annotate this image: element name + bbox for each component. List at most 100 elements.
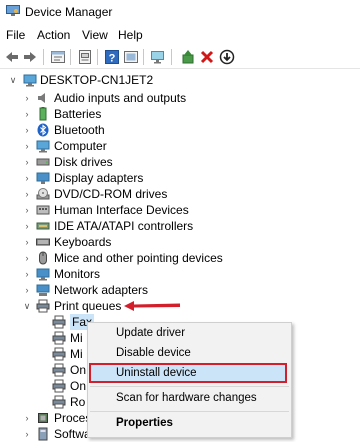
menu-properties[interactable]: Properties [116,417,173,429]
chevron-right-icon[interactable]: › [22,186,32,202]
tree-child-label: Mi [70,347,83,361]
chevron-right-icon[interactable]: › [22,106,32,122]
computer-icon [23,74,37,87]
chevron-right-icon[interactable]: › [22,234,32,250]
toolbar-separator [171,49,172,65]
menu-uninstall-device[interactable]: Uninstall device [116,367,197,379]
dvd-icon [36,188,50,200]
tree-item-label: Print queues [54,299,122,313]
annotation-arrow [124,301,180,311]
speaker-icon [38,93,45,103]
scan-hardware-icon[interactable] [150,49,166,65]
tree-item-label: IDE ATA/ATAPI controllers [54,219,194,233]
forward-arrow-icon[interactable] [22,49,38,65]
tree-item-dvd[interactable]: › DVD/CD-ROM drives [0,186,220,202]
toolbar: ? [0,46,360,69]
printer-icon [52,347,66,361]
chevron-right-icon[interactable]: › [22,90,32,106]
back-arrow-icon[interactable] [4,49,20,65]
properties-icon[interactable] [50,49,66,65]
tree-child-fax[interactable]: Fax [0,314,100,330]
toolbar-separator [143,49,144,65]
chevron-right-icon[interactable]: › [22,138,32,154]
tree-item-computer[interactable]: › Computer [0,138,220,154]
tree-child[interactable]: Ro [0,394,100,410]
tree-item-monitors[interactable]: › Monitors [0,266,220,282]
disable-device-icon[interactable] [219,49,235,65]
tree-item-audio[interactable]: › Audio inputs and outputs [0,90,220,106]
tree-item-label: DVD/CD-ROM drives [54,187,168,201]
printer-icon [52,395,66,409]
tree-item-label: Human Interface Devices [54,203,189,217]
tree-item-processors[interactable]: › Proces [0,410,100,426]
tree-item-label: Monitors [54,267,101,281]
chevron-right-icon[interactable]: › [22,170,32,186]
battery-icon [39,107,47,121]
chevron-down-icon[interactable]: ∨ [22,298,32,314]
tree-item-software[interactable]: › Softwa [0,426,100,442]
printer-icon [52,315,66,329]
menu-action[interactable]: Action [37,28,70,42]
tree-child-label: Ro [70,395,86,409]
context-menu: Update driver Disable device Uninstall d… [87,322,292,438]
tree-item-hid[interactable]: › Human Interface Devices [0,202,220,218]
mouse-icon [39,251,47,265]
tree-item-label: Batteries [54,107,102,121]
chevron-right-icon[interactable]: › [22,154,32,170]
chevron-right-icon[interactable]: › [22,202,32,218]
tree-child[interactable]: On [0,378,100,394]
chevron-right-icon[interactable]: › [22,122,32,138]
tree-item-print-queues[interactable]: ∨ Print queues [0,298,220,314]
menu-file[interactable]: File [6,28,25,42]
toolbar-separator [43,49,44,65]
tree-item-bluetooth[interactable]: › Bluetooth [0,122,220,138]
tree-item-display-adapters[interactable]: › Display adapters [0,170,220,186]
tree-item-label: Softwa [54,427,91,441]
update-driver-icon[interactable] [180,49,196,65]
tree-item-keyboards[interactable]: › Keyboards [0,234,220,250]
tree-item-label: Proces [54,411,92,425]
printer-icon [52,379,66,393]
chevron-right-icon[interactable]: › [22,282,32,298]
menu-scan-hardware[interactable]: Scan for hardware changes [116,392,257,404]
tree-root[interactable]: ∨ DESKTOP-CN1JET2 [0,72,200,88]
window-title: Device Manager [25,5,113,19]
disk-drive-icon [36,158,50,166]
tree-item-label: Display adapters [54,171,144,185]
chevron-right-icon[interactable]: › [22,266,32,282]
uninstall-icon[interactable] [199,49,215,65]
chevron-right-icon[interactable]: › [22,250,32,266]
menu-view[interactable]: View [82,28,108,42]
tree-item-label: Mice and other pointing devices [54,251,223,265]
tree-child[interactable]: Mi [0,330,100,346]
tree-item-disk-drives[interactable]: › Disk drives [0,154,220,170]
menu-help[interactable]: Help [118,28,143,42]
toolbar-separator [97,49,98,65]
toolbar-separator [70,49,71,65]
tree-item-ide[interactable]: › IDE ATA/ATAPI controllers [0,218,220,234]
printer-icon [52,331,66,345]
menu-separator [90,411,289,412]
show-hidden-icon[interactable] [77,49,93,65]
chevron-right-icon[interactable]: › [22,218,32,234]
help-icon[interactable]: ? [104,49,120,65]
computer-name: DESKTOP-CN1JET2 [40,73,154,87]
tree-item-label: Audio inputs and outputs [54,91,187,105]
tree-child[interactable]: On [0,362,100,378]
tree-child-label: On [70,363,87,377]
chevron-right-icon[interactable]: › [22,410,32,426]
menu-update-driver[interactable]: Update driver [116,327,185,339]
tree-item-batteries[interactable]: › Batteries [0,106,220,122]
tree-child-label: On [70,379,87,393]
tree-child[interactable]: Mi [0,346,100,362]
svg-text:?: ? [109,53,116,65]
hid-icon [36,205,50,215]
chevron-right-icon[interactable]: › [22,426,32,442]
scan-hardware-icon[interactable] [123,49,139,65]
monitor-icon [36,268,50,281]
tree-item-network[interactable]: › Network adapters [0,282,220,298]
tree-item-label: Bluetooth [54,123,105,137]
menu-disable-device[interactable]: Disable device [116,347,191,359]
chevron-down-icon[interactable]: ∨ [8,72,18,88]
tree-item-mice[interactable]: › Mice and other pointing devices [0,250,240,266]
